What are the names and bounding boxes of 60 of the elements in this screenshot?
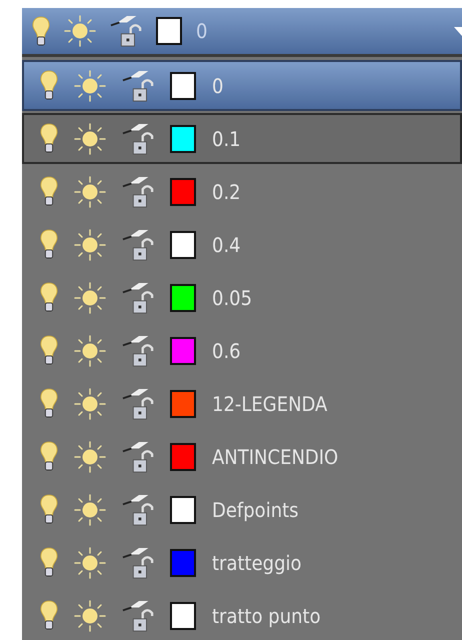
layer-row[interactable]: 0.4 xyxy=(22,219,462,270)
layer-name: 0.05 xyxy=(212,286,252,310)
sun-icon[interactable] xyxy=(74,600,106,632)
layer-name: tratto punto xyxy=(212,604,321,628)
layer-name: 0 xyxy=(212,74,224,98)
layer-name: 0.1 xyxy=(212,126,241,150)
layer-row[interactable]: 0.6 xyxy=(22,325,462,376)
layer-name: tratteggio xyxy=(212,550,302,574)
open-lock-icon[interactable] xyxy=(122,546,154,578)
layer-name: 0.2 xyxy=(212,180,241,204)
open-lock-icon[interactable] xyxy=(110,15,142,47)
open-lock-icon[interactable] xyxy=(122,282,154,314)
light-bulb-icon[interactable] xyxy=(32,16,50,46)
light-bulb-icon[interactable] xyxy=(40,494,58,525)
layer-name: 0.6 xyxy=(212,338,241,362)
open-lock-icon[interactable] xyxy=(122,122,154,154)
open-lock-icon[interactable] xyxy=(122,176,154,208)
sun-icon[interactable] xyxy=(74,388,106,420)
layer-name: ANTINCENDIO xyxy=(212,444,338,468)
layer-row[interactable]: 12-LEGENDA xyxy=(22,378,462,429)
light-bulb-icon[interactable] xyxy=(40,282,58,313)
sun-icon[interactable] xyxy=(74,228,106,260)
layer-row[interactable]: 0 xyxy=(22,60,462,111)
layer-name: 12-LEGENDA xyxy=(212,392,328,416)
light-bulb-icon[interactable] xyxy=(40,388,58,419)
open-lock-icon[interactable] xyxy=(122,600,154,632)
light-bulb-icon[interactable] xyxy=(40,229,58,260)
layer-row[interactable]: ANTINCENDIO xyxy=(22,431,462,482)
light-bulb-icon[interactable] xyxy=(40,441,58,472)
layer-name: Defpoints xyxy=(212,498,299,522)
layer-row[interactable]: 0.05 xyxy=(22,272,462,323)
sun-icon[interactable] xyxy=(64,15,96,47)
open-lock-icon[interactable] xyxy=(122,440,154,472)
open-lock-icon[interactable] xyxy=(122,494,154,526)
sun-icon[interactable] xyxy=(74,334,106,366)
open-lock-icon[interactable] xyxy=(122,228,154,260)
layer-name: 0 xyxy=(196,19,208,43)
light-bulb-icon[interactable] xyxy=(40,600,58,631)
sun-icon[interactable] xyxy=(74,440,106,472)
layer-row[interactable]: 0.2 xyxy=(22,166,462,217)
sun-icon[interactable] xyxy=(74,546,106,578)
layer-name: 0.4 xyxy=(212,232,241,256)
light-bulb-icon[interactable] xyxy=(40,176,58,207)
light-bulb-icon[interactable] xyxy=(40,547,58,578)
sun-icon[interactable] xyxy=(74,70,106,102)
sun-icon[interactable] xyxy=(74,494,106,526)
sun-icon[interactable] xyxy=(74,282,106,314)
light-bulb-icon[interactable] xyxy=(40,335,58,366)
layer-combo-box[interactable]: 0 xyxy=(22,8,462,57)
open-lock-icon[interactable] xyxy=(122,70,154,102)
layer-row[interactable]: tratto punto xyxy=(22,590,462,640)
layer-row[interactable]: tratteggio xyxy=(22,537,462,588)
layer-row[interactable]: 0.1 xyxy=(22,113,462,164)
layer-row[interactable]: Defpoints xyxy=(22,484,462,535)
light-bulb-icon[interactable] xyxy=(40,70,58,101)
open-lock-icon[interactable] xyxy=(122,388,154,420)
sun-icon[interactable] xyxy=(74,122,106,154)
sun-icon[interactable] xyxy=(74,176,106,208)
open-lock-icon[interactable] xyxy=(122,334,154,366)
light-bulb-icon[interactable] xyxy=(40,123,58,154)
